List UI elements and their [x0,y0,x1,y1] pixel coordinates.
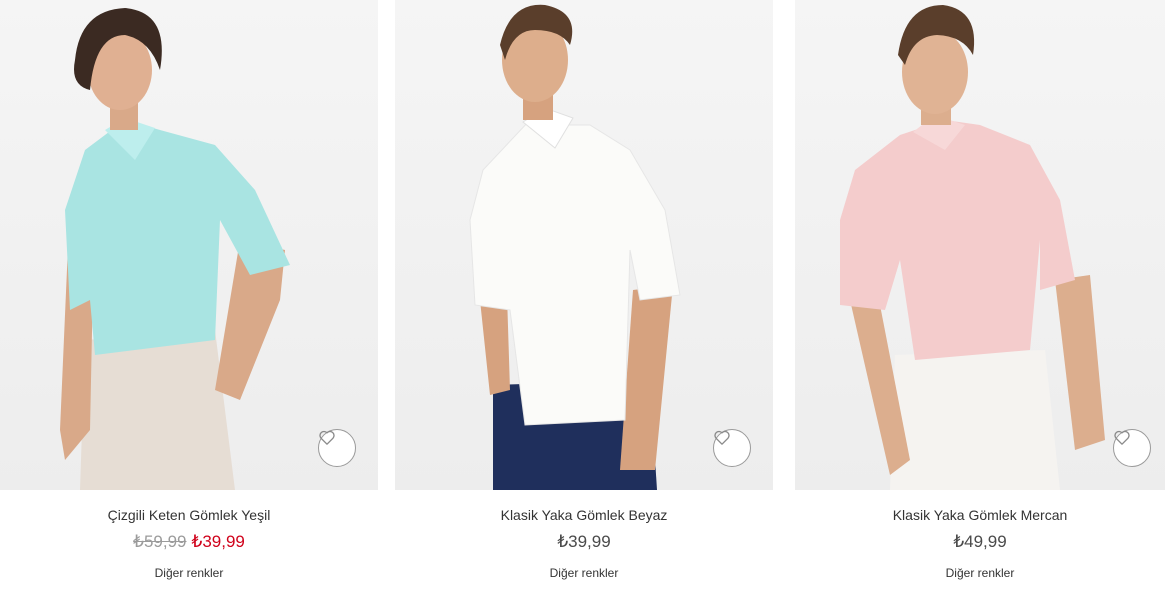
product-name[interactable]: Klasik Yaka Gömlek Mercan [795,506,1165,524]
price: ₺49,99 [953,532,1007,551]
other-colors-link[interactable]: Diğer renkler [395,566,773,580]
product-name[interactable]: Çizgili Keten Gömlek Yeşil [0,506,378,524]
product-image[interactable] [395,0,773,490]
price-row: ₺59,99 ₺39,99 [0,531,378,553]
favorite-button[interactable] [713,429,751,467]
model-photo [469,4,681,490]
heart-icon [319,430,335,445]
price-row: ₺39,99 [395,531,773,553]
product-info: Klasik Yaka Gömlek Mercan ₺49,99 Diğer r… [795,506,1165,580]
model-photo [60,8,290,490]
other-colors-link[interactable]: Diğer renkler [0,566,378,580]
favorite-button[interactable] [318,429,356,467]
price-row: ₺49,99 [795,531,1165,553]
product-name[interactable]: Klasik Yaka Gömlek Beyaz [395,506,773,524]
favorite-button[interactable] [1113,429,1151,467]
product-image[interactable] [0,0,378,490]
product-card: Çizgili Keten Gömlek Yeşil ₺59,99 ₺39,99 … [0,0,378,616]
product-image[interactable] [795,0,1165,490]
heart-icon [714,430,730,445]
other-colors-link[interactable]: Diğer renkler [795,566,1165,580]
heart-icon [1114,430,1130,445]
sale-price: ₺39,99 [191,532,245,551]
product-info: Çizgili Keten Gömlek Yeşil ₺59,99 ₺39,99 … [0,506,378,580]
model-photo [840,5,1105,490]
product-card: Klasik Yaka Gömlek Beyaz ₺39,99 Diğer re… [395,0,773,616]
product-card: Klasik Yaka Gömlek Mercan ₺49,99 Diğer r… [795,0,1165,616]
price: ₺39,99 [557,532,611,551]
old-price: ₺59,99 [133,532,187,551]
product-info: Klasik Yaka Gömlek Beyaz ₺39,99 Diğer re… [395,506,773,580]
product-grid: Çizgili Keten Gömlek Yeşil ₺59,99 ₺39,99 … [0,0,1165,616]
